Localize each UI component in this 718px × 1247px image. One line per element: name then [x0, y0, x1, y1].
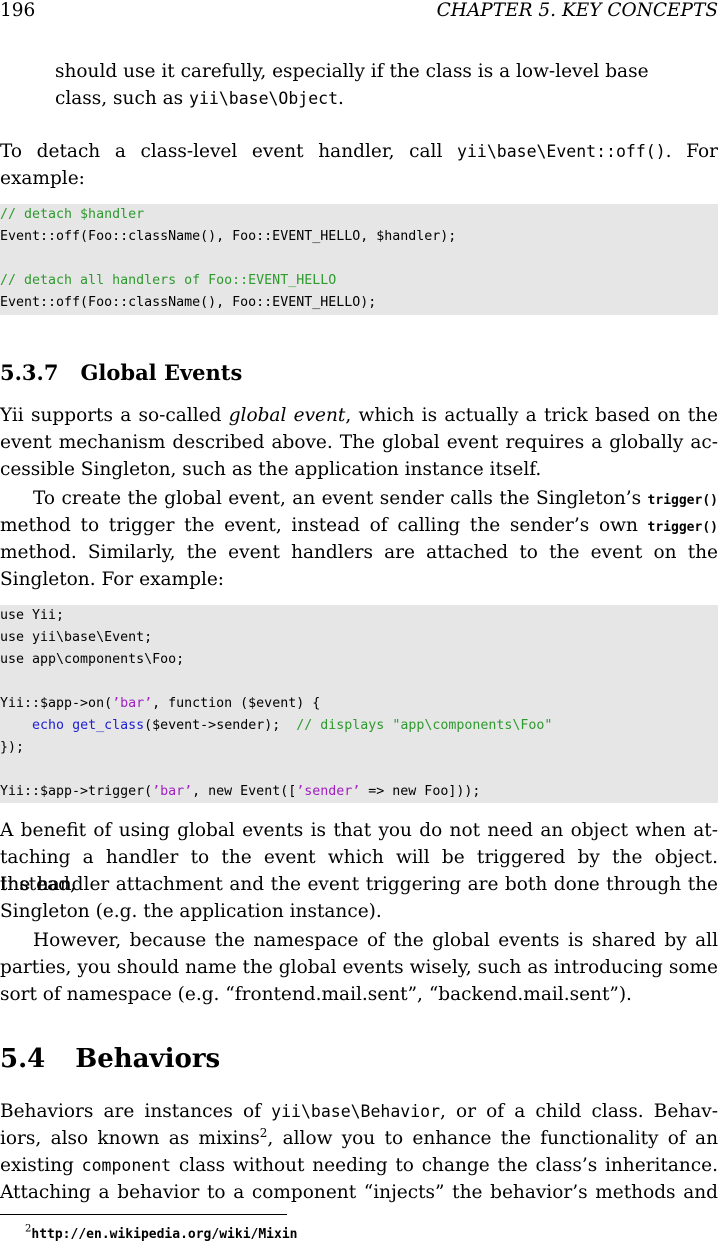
global-line-3: cessible Singleton, such as the applicat…: [0, 459, 542, 480]
behaviors-line-4: Attaching a behavior to a component “inj…: [0, 1182, 718, 1203]
detach-line-2: example:: [0, 168, 85, 189]
code-line: Event::off(Foo::className(), Foo::EVENT_…: [0, 295, 377, 310]
section-heading-global-events: 5.3.7 Global Events: [0, 360, 243, 385]
code-line: // detach all handlers of Foo::EVENT_HEL…: [0, 273, 337, 288]
create-line-1: To create the global event, an event sen…: [33, 488, 718, 509]
benefit-line-1: A benefit of using global events is that…: [0, 820, 718, 841]
page-number: 196: [0, 0, 36, 21]
code-line: use app\components\Foo;: [0, 652, 185, 667]
create-line-4: Singleton. For example:: [0, 569, 225, 590]
running-header-chapter: CHAPTER 5. KEY CONCEPTS: [436, 0, 718, 21]
however-line-3: sort of namespace (e.g. “frontend.mail.s…: [0, 984, 632, 1005]
benefit-line-4: Singleton (e.g. the application instance…: [0, 901, 382, 922]
behaviors-line-3: existing component class without needing…: [0, 1155, 718, 1176]
however-line-1: However, because the namespace of the gl…: [33, 930, 718, 951]
intro-line-2: class, such as yii\base\Object.: [55, 88, 344, 109]
emphasis-global-event: global event: [228, 405, 346, 426]
code-block-detach: // detach $handler Event::off(Foo::class…: [0, 204, 718, 315]
inline-code-trigger: trigger(): [647, 520, 718, 535]
code-block-global-event: use Yii; use yii\base\Event; use app\com…: [0, 605, 718, 803]
section-heading-behaviors: 5.4 Behaviors: [0, 1044, 221, 1074]
however-line-2: parties, you should name the global even…: [0, 957, 718, 978]
code-line: use Yii;: [0, 608, 65, 623]
inline-code-object: yii\base\Object: [189, 89, 339, 108]
code-line: Event::off(Foo::className(), Foo::EVENT_…: [0, 229, 457, 244]
detach-line-1: To detach a class-level event handler, c…: [0, 141, 718, 162]
global-line-2: event mechanism described above. The glo…: [0, 432, 718, 453]
footnote-link[interactable]: http://en.wikipedia.org/wiki/Mixin: [31, 1227, 297, 1242]
footnote-rule: [0, 1214, 287, 1215]
code-line: Yii::$app->on(’bar’, function ($event) {: [0, 696, 321, 711]
inline-code-trigger: trigger(): [647, 493, 718, 508]
create-line-2: method to trigger the event, instead of …: [0, 515, 718, 536]
inline-code-event-off: yii\base\Event::off(): [457, 142, 666, 161]
benefit-line-3: the handler attachment and the event tri…: [0, 874, 718, 895]
code-line: echo get_class($event->sender); // displ…: [32, 718, 553, 733]
code-line: use yii\base\Event;: [0, 630, 153, 645]
footnote: 2http://en.wikipedia.org/wiki/Mixin: [25, 1223, 297, 1242]
intro-line-1: should use it carefully, especially if t…: [55, 61, 649, 82]
behaviors-line-2: iors, also known as mixins2, allow you t…: [0, 1125, 718, 1149]
behaviors-line-1: Behaviors are instances of yii\base\Beha…: [0, 1101, 718, 1122]
code-line: });: [0, 740, 25, 755]
inline-code-behavior: yii\base\Behavior: [271, 1102, 441, 1121]
create-line-3: method. Similarly, the event handlers ar…: [0, 542, 718, 563]
code-line: // detach $handler: [0, 207, 145, 222]
code-line: Yii::$app->trigger(’bar’, new Event([’se…: [0, 784, 481, 799]
global-line-1: Yii supports a so-called global event, w…: [0, 405, 718, 426]
inline-code-component: component: [81, 1156, 172, 1175]
